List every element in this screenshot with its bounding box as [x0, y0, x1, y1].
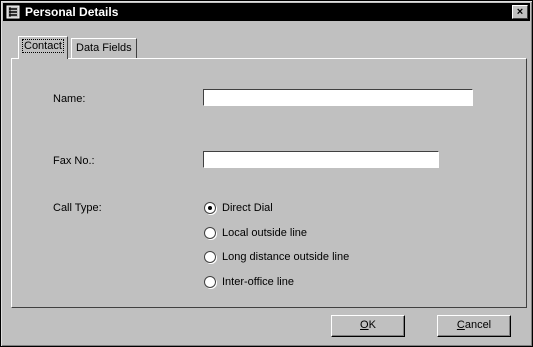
- fax-label: Fax No.:: [53, 155, 95, 167]
- radio-direct-dial[interactable]: Direct Dial: [204, 201, 273, 215]
- ok-button[interactable]: OK: [331, 315, 405, 337]
- name-input[interactable]: [203, 89, 473, 106]
- cancel-label-rest: ancel: [464, 319, 492, 331]
- radio-long-distance-outside-line-label: Long distance outside line: [222, 251, 350, 263]
- ok-label-rest: K: [368, 319, 376, 331]
- title-bar[interactable]: Personal Details ×: [3, 3, 530, 21]
- window-title: Personal Details: [25, 5, 119, 19]
- tab-contact-label: Contact: [22, 39, 64, 53]
- fax-input[interactable]: [203, 151, 439, 168]
- call-type-label: Call Type:: [53, 202, 102, 214]
- phone-book-icon: [6, 5, 20, 19]
- radio-checked-icon[interactable]: [204, 202, 216, 214]
- radio-unchecked-icon[interactable]: [204, 276, 216, 288]
- close-button[interactable]: ×: [512, 5, 528, 19]
- radio-local-outside-line-label: Local outside line: [222, 227, 308, 239]
- radio-unchecked-icon[interactable]: [204, 227, 216, 239]
- radio-inter-office-line-label: Inter-office line: [222, 276, 294, 288]
- cancel-mnemonic: C: [456, 319, 465, 331]
- radio-inter-office-line[interactable]: Inter-office line: [204, 275, 294, 289]
- tab-data-fields-label: Data Fields: [76, 42, 132, 54]
- tab-data-fields[interactable]: Data Fields: [71, 38, 137, 58]
- tab-contact[interactable]: Contact: [18, 36, 68, 59]
- radio-long-distance-outside-line[interactable]: Long distance outside line: [204, 250, 349, 264]
- cancel-button[interactable]: Cancel: [437, 315, 511, 337]
- name-label: Name:: [53, 93, 86, 105]
- radio-direct-dial-label: Direct Dial: [222, 202, 273, 214]
- ok-mnemonic: O: [360, 319, 369, 331]
- personal-details-dialog: Personal Details × Contact Data Fields N…: [0, 0, 533, 347]
- radio-local-outside-line[interactable]: Local outside line: [204, 226, 307, 240]
- radio-unchecked-icon[interactable]: [204, 251, 216, 263]
- close-icon: ×: [516, 6, 524, 18]
